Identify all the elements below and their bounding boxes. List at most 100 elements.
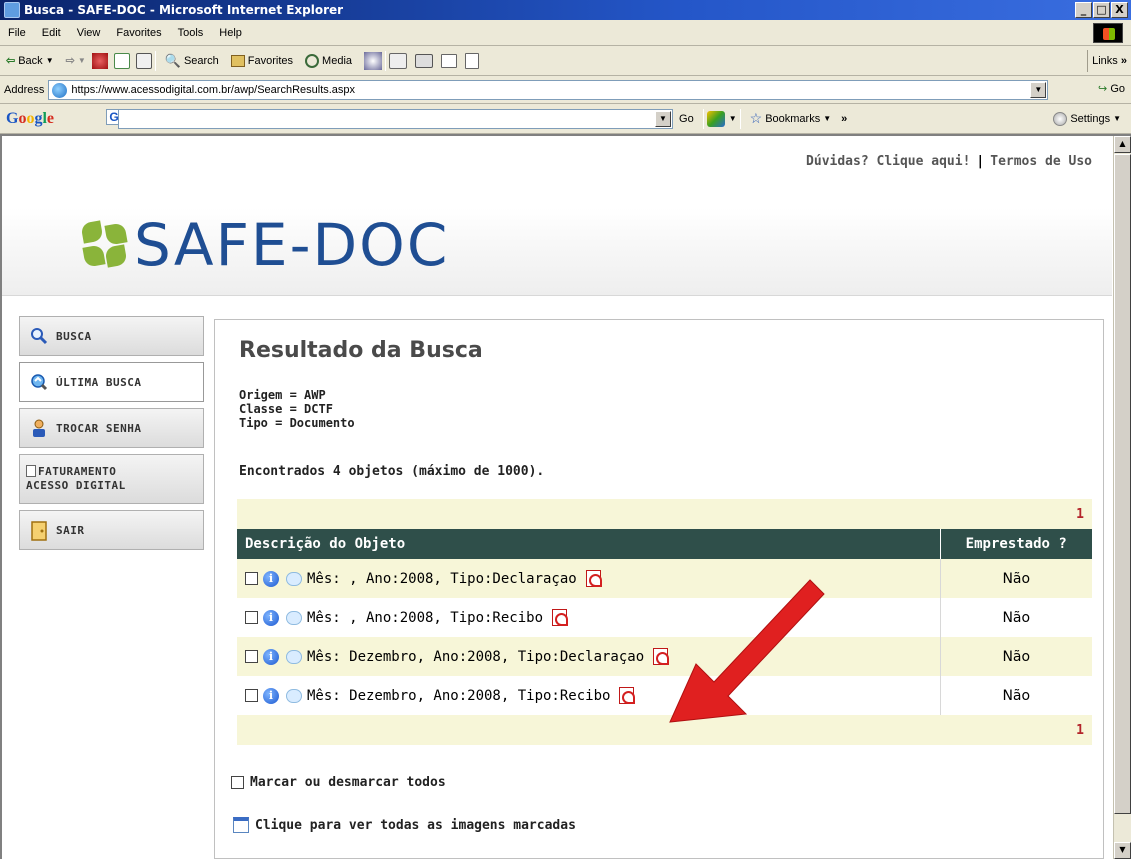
row-checkbox[interactable] <box>245 650 258 663</box>
info-icon[interactable]: i <box>263 687 279 704</box>
object-description-link[interactable]: Mês: , Ano:2008, Tipo:Declaraçao <box>307 571 577 587</box>
refresh-icon[interactable] <box>113 52 130 69</box>
help-link[interactable]: Dúvidas? Clique aqui! <box>806 154 970 169</box>
row-checkbox[interactable] <box>245 611 258 624</box>
terms-link[interactable]: Termos de Uso <box>990 154 1092 169</box>
toolbar-separator <box>702 108 704 129</box>
row-checkbox[interactable] <box>245 572 258 585</box>
page-link[interactable]: 1 <box>1076 507 1084 522</box>
pager-row-top: 1 <box>237 499 1092 529</box>
history-icon[interactable] <box>364 51 383 70</box>
close-button[interactable]: X <box>1111 2 1128 18</box>
menu-favorites[interactable]: Favorites <box>108 27 169 39</box>
toggle-all-control[interactable]: Marcar ou desmarcar todos <box>231 775 446 790</box>
scroll-up-button[interactable]: ▲ <box>1114 136 1131 153</box>
object-description-link[interactable]: Mês: Dezembro, Ano:2008, Tipo:Declaraçao <box>307 649 644 665</box>
settings-icon <box>1053 111 1068 126</box>
info-icon[interactable]: i <box>263 609 279 626</box>
chevron-right-icon[interactable]: » <box>841 113 847 125</box>
comment-icon[interactable] <box>286 571 302 586</box>
favorites-label: Favorites <box>247 54 294 67</box>
pdf-icon[interactable] <box>585 570 602 587</box>
comment-icon[interactable] <box>286 688 302 703</box>
home-icon[interactable] <box>135 52 152 69</box>
pagerank-icon[interactable] <box>706 110 725 127</box>
back-label: Back <box>18 54 43 67</box>
standard-toolbar: ⇦ Back ▼ ⇨ ▼ 🔍 Search Favorites Media Li… <box>0 46 1131 76</box>
menu-view[interactable]: View <box>69 27 109 39</box>
nav-item-ultima-busca[interactable]: ÚLTIMA BUSCA <box>19 362 204 402</box>
pdf-icon[interactable] <box>552 609 569 626</box>
bookmarks-button[interactable]: ☆ Bookmarks ▼ <box>744 110 838 127</box>
nav-item-label: SAIR <box>56 523 85 537</box>
comment-icon[interactable] <box>286 649 302 664</box>
toggle-all-label[interactable]: Marcar ou desmarcar todos <box>250 775 446 790</box>
view-marked-images-label[interactable]: Clique para ver todas as imagens marcada… <box>255 818 576 833</box>
results-count: Encontrados 4 objetos (máximo de 1000). <box>239 464 545 479</box>
comment-icon[interactable] <box>286 610 302 625</box>
safe-doc-logo[interactable]: SAFE-DOC <box>80 216 449 274</box>
page-link[interactable]: 1 <box>1076 723 1084 738</box>
view-marked-images-link[interactable]: Clique para ver todas as imagens marcada… <box>233 817 576 833</box>
go-button[interactable]: ↪ Go <box>1098 82 1125 95</box>
menu-help[interactable]: Help <box>211 27 250 39</box>
chevron-down-icon[interactable]: ▼ <box>729 114 737 123</box>
back-button[interactable]: ⇦ Back ▼ <box>0 54 60 68</box>
toggle-all-checkbox[interactable] <box>231 776 244 789</box>
chevron-right-icon: » <box>1120 55 1127 67</box>
site-header: SAFE-DOC Dúvidas? Clique aqui! | Termos de… <box>2 136 1112 296</box>
info-icon[interactable]: i <box>263 570 279 587</box>
stop-icon[interactable] <box>91 52 108 69</box>
address-label: Address <box>4 83 45 96</box>
object-description-link[interactable]: Mês: Dezembro, Ano:2008, Tipo:Recibo <box>307 688 610 704</box>
search-results-panel: Resultado da Busca Origem = AWP Classe =… <box>214 319 1104 859</box>
google-search-dropdown-button[interactable]: ▼ <box>655 110 672 127</box>
mail-icon[interactable] <box>389 52 408 69</box>
discuss-icon[interactable] <box>465 52 480 69</box>
address-input[interactable]: https://www.acessodigital.com.br/awp/Sea… <box>48 79 1049 100</box>
lent-status: Não <box>940 637 1092 676</box>
nav-item-trocar-senha[interactable]: TROCAR SENHA <box>19 408 204 448</box>
pdf-icon[interactable] <box>653 648 670 665</box>
media-button[interactable]: Media <box>299 53 358 68</box>
left-navigation: BUSCA ÚLTIMA BUSCA TROCAR SENHA FATURAME… <box>19 316 204 556</box>
nav-item-faturamento[interactable]: FATURAMENTO ACESSO DIGITAL <box>19 454 204 504</box>
google-logo-letter: G <box>6 109 19 127</box>
edit-icon[interactable] <box>441 53 458 68</box>
row-checkbox[interactable] <box>245 689 258 702</box>
search-button[interactable]: 🔍 Search <box>159 53 225 69</box>
maximize-button[interactable]: □ <box>1093 2 1110 18</box>
object-description-link[interactable]: Mês: , Ano:2008, Tipo:Recibo <box>307 610 543 626</box>
pdf-icon[interactable] <box>619 687 636 704</box>
nav-item-label: TROCAR SENHA <box>56 421 142 435</box>
table-row: i Mês: Dezembro, Ano:2008, Tipo:Declaraç… <box>237 637 1092 676</box>
links-button[interactable]: Links » <box>1087 50 1131 72</box>
nav-item-label: BUSCA <box>56 329 92 343</box>
google-go-button[interactable]: Go <box>673 113 700 125</box>
window-title: Busca - SAFE-DOC - Microsoft Internet Ex… <box>24 3 344 17</box>
minimize-button[interactable]: _ <box>1075 2 1092 18</box>
forward-button[interactable]: ⇨ ▼ <box>60 54 92 67</box>
user-key-icon <box>30 419 48 437</box>
scroll-thumb[interactable] <box>1114 154 1131 814</box>
settings-button[interactable]: Settings ▼ <box>1047 111 1127 126</box>
scroll-down-button[interactable]: ▼ <box>1114 842 1131 859</box>
menu-file[interactable]: File <box>0 27 34 39</box>
menu-edit[interactable]: Edit <box>34 27 69 39</box>
address-dropdown-button[interactable]: ▼ <box>1030 81 1047 98</box>
go-arrow-icon: ↪ <box>1098 83 1108 95</box>
search-icon: 🔍 <box>164 52 181 68</box>
favorites-button[interactable]: Favorites <box>225 54 299 67</box>
menu-tools[interactable]: Tools <box>170 27 212 39</box>
go-label: Go <box>1110 83 1125 95</box>
links-label: Links <box>1092 55 1118 67</box>
vertical-scrollbar[interactable]: ▲ ▼ <box>1113 136 1131 859</box>
google-logo[interactable]: Google <box>0 110 58 128</box>
chevron-down-icon: ▼ <box>45 56 54 65</box>
nav-item-busca[interactable]: BUSCA <box>19 316 204 356</box>
print-icon[interactable] <box>415 53 434 68</box>
google-search-input[interactable]: ▼ <box>118 108 674 129</box>
toolbar-separator <box>154 50 156 71</box>
nav-item-sair[interactable]: SAIR <box>19 510 204 550</box>
info-icon[interactable]: i <box>263 648 279 665</box>
